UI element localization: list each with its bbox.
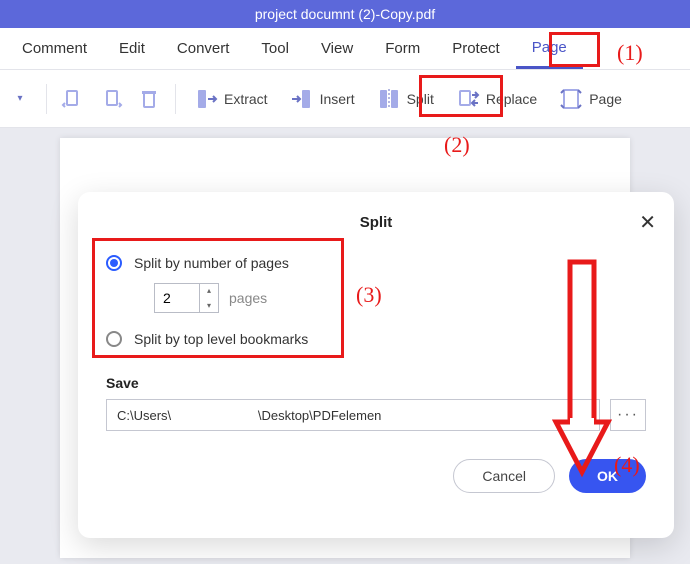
page-size-button[interactable]: Page [553,83,628,115]
page-size-icon [559,87,583,111]
menu-tool[interactable]: Tool [245,28,305,69]
insert-icon [290,87,314,111]
menu-page[interactable]: Page [516,28,583,69]
split-button[interactable]: Split [371,83,440,115]
pages-input[interactable] [155,284,199,312]
replace-label: Replace [486,91,537,107]
extract-icon [194,87,218,111]
pages-spinner[interactable]: ▴ ▾ [154,283,219,313]
separator [175,84,176,114]
menu-edit[interactable]: Edit [103,28,161,69]
insert-button[interactable]: Insert [284,83,361,115]
radio-split-by-bookmarks[interactable]: Split by top level bookmarks [106,331,646,347]
document-title: project documnt (2)-Copy.pdf [255,6,435,22]
insert-label: Insert [320,91,355,107]
replace-button[interactable]: Replace [450,83,543,115]
cancel-button[interactable]: Cancel [453,459,555,493]
extract-label: Extract [224,91,268,107]
chevron-down-icon: ▾ [17,93,22,104]
close-icon: ✕ [639,212,656,234]
rotate-left-icon[interactable] [59,85,87,113]
dialog-title: Split [106,214,646,231]
menu-convert[interactable]: Convert [161,28,246,69]
toolbar: ▾ Extract Insert Split Replace Page [0,70,690,128]
spinner-up-icon[interactable]: ▴ [200,283,218,298]
ok-button[interactable]: OK [569,459,646,493]
delete-page-icon[interactable] [135,85,163,113]
menu-form[interactable]: Form [369,28,436,69]
split-icon [377,87,401,111]
menu-bar: Comment Edit Convert Tool View Form Prot… [0,28,690,70]
toolbar-dropdown[interactable]: ▾ [6,85,34,113]
save-label: Save [106,375,646,391]
title-bar: project documnt (2)-Copy.pdf [0,0,690,28]
radio-label-pages: Split by number of pages [134,255,289,271]
radio-label-bookmarks: Split by top level bookmarks [134,331,308,347]
replace-icon [456,87,480,111]
spinner-down-icon[interactable]: ▾ [200,298,218,313]
pages-unit: pages [229,290,267,306]
close-button[interactable]: ✕ [639,210,656,235]
radio-icon-unselected [106,331,122,347]
extract-button[interactable]: Extract [188,83,274,115]
page-size-label: Page [589,91,622,107]
split-label: Split [407,91,434,107]
radio-split-by-pages[interactable]: Split by number of pages [106,255,646,271]
menu-protect[interactable]: Protect [436,28,516,69]
ellipsis-icon: ··· [617,406,639,424]
radio-icon-selected [106,255,122,271]
menu-view[interactable]: View [305,28,369,69]
menu-comment[interactable]: Comment [6,28,103,69]
rotate-right-icon[interactable] [97,85,125,113]
separator [46,84,47,114]
browse-button[interactable]: ··· [610,399,646,431]
save-path-input[interactable] [106,399,600,431]
split-dialog: Split ✕ Split by number of pages ▴ ▾ pag… [78,192,674,538]
